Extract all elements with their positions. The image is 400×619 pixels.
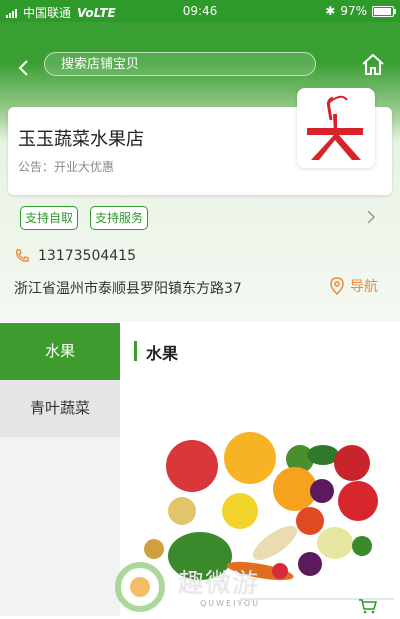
shop-address: 浙江省温州市泰顺县罗阳镇东方路37: [14, 281, 242, 297]
chevron-right-icon[interactable]: [366, 210, 376, 224]
navigate-label: 导航: [350, 279, 378, 295]
battery-icon: [372, 5, 396, 17]
watermark-subtext: QUWEIYOU: [200, 599, 261, 608]
tag-self-pickup: 支持自取: [20, 206, 79, 230]
phone-icon: [15, 249, 29, 262]
address-row: 浙江省温州市泰顺县罗阳镇东方路37 导航: [14, 276, 386, 298]
category-sidebar: 水果 青叶蔬菜: [0, 323, 120, 616]
bluetooth-icon: ✱: [325, 4, 336, 18]
watermark-logo: 趣微游 QUWEIYOU: [110, 555, 300, 616]
service-tags[interactable]: 支持自取 支持服务: [0, 202, 400, 230]
watermark-icon: [115, 562, 165, 612]
watermark-text: 趣微游: [178, 569, 260, 599]
back-arrow-icon[interactable]: [12, 56, 36, 80]
location-pin-icon: [330, 277, 344, 295]
tag-service: 支持服务: [90, 206, 149, 230]
home-icon[interactable]: [360, 52, 386, 78]
shop-notice: 公告：开业大优惠: [18, 160, 115, 174]
category-item-leafy-vegetables[interactable]: 青叶蔬菜: [0, 380, 120, 437]
navigate-button[interactable]: 导航: [330, 276, 378, 296]
phone-row[interactable]: 13173504415: [14, 246, 136, 266]
section-marker: [134, 341, 137, 361]
category-item-fruit[interactable]: 水果: [0, 323, 120, 380]
battery-percent: 97%: [340, 4, 367, 18]
search-input[interactable]: 搜索店铺宝贝: [44, 52, 316, 76]
shop-name: 玉玉蔬菜水果店: [18, 129, 144, 150]
status-bar: 中国联通 VoLTE 09:46 ✱ 97%: [0, 0, 400, 22]
shop-logo: [297, 88, 375, 168]
phone-number: 13173504415: [38, 248, 136, 264]
shop-logo-mark: [307, 95, 363, 160]
section-title: 水果: [146, 344, 179, 363]
cart-icon[interactable]: [358, 598, 378, 614]
